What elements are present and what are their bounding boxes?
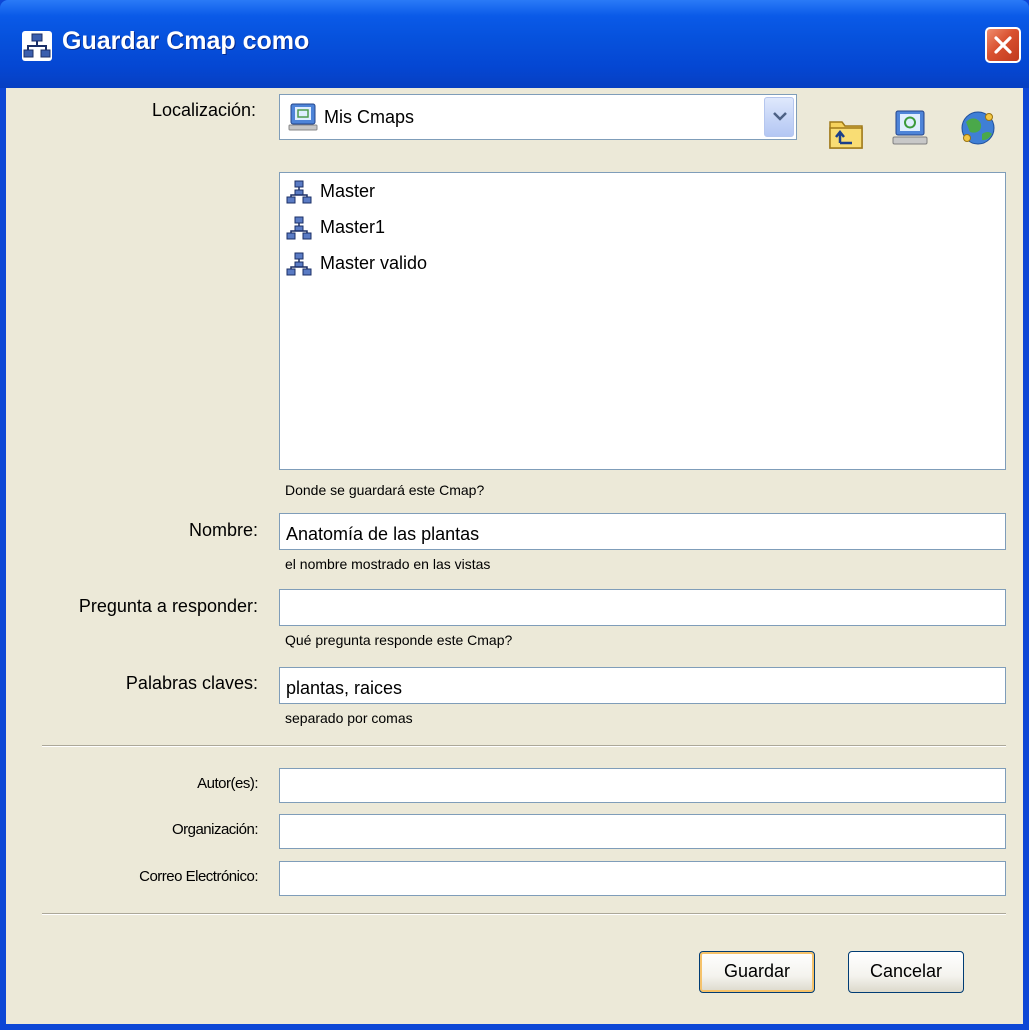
cmap-icon (286, 252, 312, 276)
location-label: Localización: (151, 100, 256, 120)
location-select[interactable]: Mis Cmaps (279, 94, 797, 140)
separator (42, 745, 1006, 747)
cmap-icon (286, 180, 312, 204)
email-label: Correo Electrónico: (139, 868, 258, 885)
name-field[interactable] (279, 513, 1006, 550)
list-item-label: Master (320, 181, 376, 201)
save-cmap-dialog: Guardar Cmap como Localización: Mis Cmap… (0, 0, 1029, 1030)
list-item-label: Master valido (320, 253, 428, 273)
save-button[interactable]: Guardar (699, 951, 815, 993)
organization-label: Organización: (171, 821, 259, 838)
title-bar[interactable]: Guardar Cmap como (0, 0, 1029, 88)
my-cmaps-icon (288, 103, 318, 131)
question-field[interactable] (279, 589, 1006, 626)
author-label: Autor(es): (197, 775, 258, 792)
name-label: Nombre: (188, 520, 258, 540)
network-places-icon[interactable] (958, 108, 998, 148)
location-dropdown-button[interactable] (764, 97, 794, 137)
author-field[interactable] (279, 768, 1006, 803)
keywords-label: Palabras claves: (125, 673, 258, 693)
cancel-button[interactable]: Cancelar (848, 951, 964, 993)
dialog-body: Localización: Mis Cmaps Master Master1 M… (6, 88, 1023, 1024)
chevron-down-icon (773, 112, 787, 121)
location-hint: Donde se guardará este Cmap? (285, 482, 485, 498)
email-field[interactable] (279, 861, 1006, 896)
separator (42, 913, 1006, 915)
question-label: Pregunta a responder: (78, 596, 258, 616)
close-button[interactable] (985, 27, 1021, 63)
cmap-list[interactable]: Master Master1 Master valido (279, 172, 1006, 470)
organization-field[interactable] (279, 814, 1006, 849)
close-icon (994, 36, 1012, 54)
question-hint: Qué pregunta responde este Cmap? (285, 632, 513, 648)
my-cmaps-icon[interactable] (890, 108, 930, 148)
list-item-label: Master1 (320, 217, 386, 237)
folder-up-icon[interactable] (826, 112, 866, 152)
window-title: Guardar Cmap como (62, 27, 310, 55)
keywords-field[interactable] (279, 667, 1006, 704)
cmap-icon (286, 216, 312, 240)
location-value: Mis Cmaps (324, 107, 415, 127)
name-hint: el nombre mostrado en las vistas (285, 556, 491, 572)
cmap-icon (22, 31, 52, 61)
keywords-hint: separado por comas (285, 710, 413, 726)
